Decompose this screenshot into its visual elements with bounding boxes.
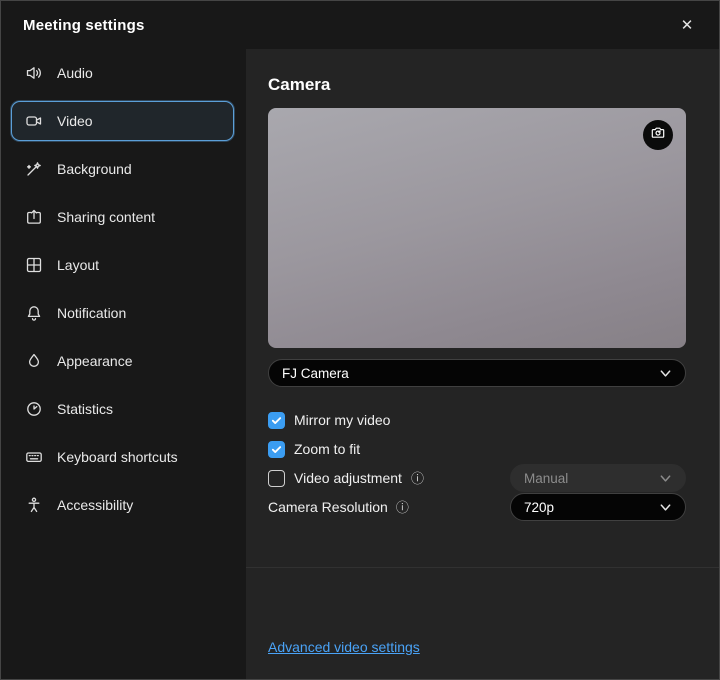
sidebar-item-video[interactable]: Video — [11, 101, 234, 141]
dialog-body: Audio Video — [1, 49, 719, 679]
zoom-to-fit-row: Zoom to fit — [268, 435, 686, 463]
sidebar-item-label: Video — [57, 113, 93, 129]
sidebar-item-label: Appearance — [57, 353, 133, 369]
keyboard-icon — [25, 448, 43, 466]
section-divider — [246, 567, 719, 568]
sidebar-item-notification[interactable]: Notification — [11, 293, 234, 333]
share-box-icon — [25, 208, 43, 226]
video-adjustment-value: Manual — [524, 471, 568, 486]
sidebar-item-label: Sharing content — [57, 209, 155, 225]
sidebar-item-layout[interactable]: Layout — [11, 245, 234, 285]
camera-preview — [268, 108, 686, 348]
person-icon — [25, 496, 43, 514]
close-button[interactable]: ✕ — [673, 11, 701, 39]
switch-camera-button[interactable] — [643, 120, 673, 150]
info-icon[interactable]: ⓘ — [411, 472, 424, 485]
sidebar-item-label: Layout — [57, 257, 99, 273]
camera-device-value: FJ Camera — [282, 366, 349, 381]
close-icon: ✕ — [681, 16, 694, 34]
mirror-video-row: Mirror my video — [268, 406, 686, 434]
sidebar-item-audio[interactable]: Audio — [11, 53, 234, 93]
meeting-settings-dialog: Meeting settings ✕ Audio — [0, 0, 720, 680]
sidebar-item-background[interactable]: Background — [11, 149, 234, 189]
camera-device-select[interactable]: FJ Camera — [268, 359, 686, 387]
camera-resolution-label: Camera Resolution — [268, 499, 388, 515]
sidebar-item-label: Notification — [57, 305, 126, 321]
video-adjustment-row: Video adjustment ⓘ Manual — [268, 464, 686, 492]
camera-resolution-select[interactable]: 720p — [510, 493, 686, 521]
chevron-down-icon — [659, 472, 672, 485]
zoom-to-fit-checkbox[interactable] — [268, 441, 285, 458]
magic-wand-icon — [25, 160, 43, 178]
advanced-video-settings-link[interactable]: Advanced video settings — [268, 639, 420, 655]
camera-resolution-row: Camera Resolution ⓘ 720p — [268, 493, 686, 521]
sidebar-item-keyboard-shortcuts[interactable]: Keyboard shortcuts — [11, 437, 234, 477]
chevron-down-icon — [659, 367, 672, 380]
camera-resolution-value: 720p — [524, 500, 554, 515]
sidebar-item-statistics[interactable]: Statistics — [11, 389, 234, 429]
mirror-video-checkbox[interactable] — [268, 412, 285, 429]
bell-icon — [25, 304, 43, 322]
sidebar-item-accessibility[interactable]: Accessibility — [11, 485, 234, 525]
zoom-to-fit-label: Zoom to fit — [294, 441, 360, 457]
sidebar-item-appearance[interactable]: Appearance — [11, 341, 234, 381]
gauge-icon — [25, 400, 43, 418]
video-adjustment-select: Manual — [510, 464, 686, 492]
check-icon — [271, 415, 282, 426]
camera-flip-icon — [650, 125, 666, 146]
sidebar-item-label: Audio — [57, 65, 93, 81]
speaker-icon — [25, 64, 43, 82]
chevron-down-icon — [659, 501, 672, 514]
sidebar-item-sharing-content[interactable]: Sharing content — [11, 197, 234, 237]
check-icon — [271, 444, 282, 455]
sidebar-item-label: Statistics — [57, 401, 113, 417]
grid-layout-icon — [25, 256, 43, 274]
sidebar-item-label: Background — [57, 161, 132, 177]
video-camera-icon — [25, 112, 43, 130]
paint-drop-icon — [25, 352, 43, 370]
dialog-title: Meeting settings — [23, 17, 145, 34]
video-adjustment-checkbox[interactable] — [268, 470, 285, 487]
sidebar-item-label: Accessibility — [57, 497, 133, 513]
video-settings-panel: Camera FJ Camera — [246, 49, 719, 679]
section-title: Camera — [268, 75, 686, 95]
info-icon[interactable]: ⓘ — [396, 501, 409, 514]
mirror-video-label: Mirror my video — [294, 412, 390, 428]
titlebar: Meeting settings ✕ — [1, 1, 719, 49]
video-adjustment-label: Video adjustment — [294, 470, 402, 486]
settings-sidebar: Audio Video — [1, 49, 246, 679]
sidebar-item-label: Keyboard shortcuts — [57, 449, 178, 465]
